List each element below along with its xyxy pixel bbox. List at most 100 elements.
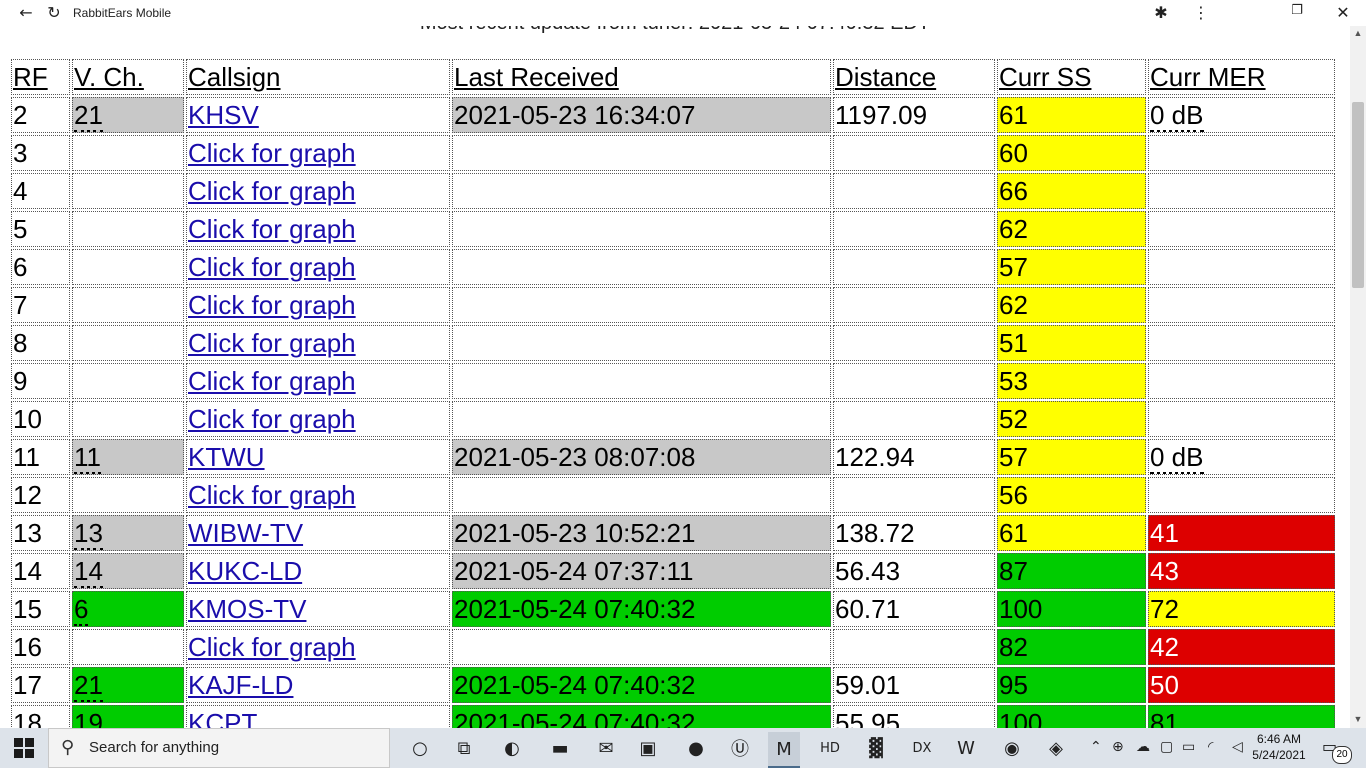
header-curr-ss[interactable]: Curr SS xyxy=(997,59,1146,95)
cell-vch xyxy=(72,401,184,437)
click-for-graph-link[interactable]: Click for graph xyxy=(188,138,356,168)
tuner-update-line: Most recent update from tuner: 2021-05-2… xyxy=(0,26,1350,35)
virtual-channel-value[interactable]: 13 xyxy=(74,518,103,550)
table-row: 10 Click for graph 52 xyxy=(11,401,1335,437)
cell-last-received xyxy=(452,287,831,323)
onedrive-icon[interactable]: ☁ xyxy=(1136,739,1150,755)
cell-curr-ss: 52 xyxy=(997,401,1146,437)
cell-vch xyxy=(72,135,184,171)
scroll-thumb[interactable] xyxy=(1352,102,1364,288)
click-for-graph-link[interactable]: Click for graph xyxy=(188,328,356,358)
table-row: 5 Click for graph 62 xyxy=(11,211,1335,247)
office-icon[interactable]: ▣ xyxy=(632,732,664,764)
uplay-icon[interactable]: Ⓤ xyxy=(724,732,756,764)
puzzle-icon[interactable]: ✱ xyxy=(1152,3,1170,22)
virtual-channel-value[interactable]: 21 xyxy=(74,100,103,132)
windows-start-icon[interactable] xyxy=(14,738,34,758)
scroll-down-icon[interactable]: ▼ xyxy=(1350,714,1366,724)
header-rf[interactable]: RF xyxy=(11,59,70,95)
click-for-graph-link[interactable]: Click for graph xyxy=(188,366,356,396)
header-vch[interactable]: V. Ch. xyxy=(72,59,184,95)
back-arrow-icon[interactable]: ← xyxy=(16,3,36,22)
click-for-graph-link[interactable]: Click for graph xyxy=(188,290,356,320)
volume-icon[interactable]: ◁ xyxy=(1232,739,1243,755)
spectrum-icon[interactable]: ▓ xyxy=(860,732,892,764)
cell-last-received: 2021-05-24 07:40:32 xyxy=(452,667,831,703)
chevron-up-icon[interactable]: ⌃ xyxy=(1090,739,1102,755)
click-for-graph-link[interactable]: Click for graph xyxy=(188,632,356,662)
callsign-link[interactable]: KTWU xyxy=(188,442,265,472)
wifi-icon[interactable]: ◜ xyxy=(1208,739,1213,755)
callsign-link[interactable]: KAJF-LD xyxy=(188,670,293,700)
table-row: 16 Click for graph 82 42 xyxy=(11,629,1335,665)
click-for-graph-link[interactable]: Click for graph xyxy=(188,404,356,434)
close-icon[interactable]: ✕ xyxy=(1334,3,1352,22)
cell-curr-mer xyxy=(1148,325,1335,361)
cell-curr-mer xyxy=(1148,477,1335,513)
w-app-icon[interactable]: W xyxy=(950,732,982,764)
mail-icon[interactable]: ✉ xyxy=(590,732,622,764)
task-view-icon[interactable]: ⧉ xyxy=(448,732,480,764)
rabbitears-icon[interactable]: M xyxy=(768,732,800,768)
mer-value[interactable]: 0 dB xyxy=(1150,100,1204,132)
click-for-graph-link[interactable]: Click for graph xyxy=(188,176,356,206)
cell-rf: 14 xyxy=(11,553,70,589)
hdhomerun-icon[interactable]: HD xyxy=(814,732,846,764)
scroll-up-icon[interactable]: ▲ xyxy=(1350,28,1366,38)
mer-value[interactable]: 0 dB xyxy=(1150,442,1204,474)
callsign-link[interactable]: KMOS-TV xyxy=(188,594,306,624)
callsign-link[interactable]: KHSV xyxy=(188,100,259,130)
virtual-channel-value[interactable]: 14 xyxy=(74,556,103,588)
header-last-received[interactable]: Last Received xyxy=(452,59,831,95)
windows-taskbar: ⚲ ○ ⧉ ◐ ▬ ✉ ▣ ● Ⓤ M HD ▓ DX W ◉ ◈ ⌃ ⊕ ☁ ▢ ▭ ◜ ◁ 6:46 AM 5/24… xyxy=(0,728,1366,768)
click-for-graph-link[interactable]: Click for graph xyxy=(188,214,356,244)
callsign-link[interactable]: KCPT xyxy=(188,708,257,728)
cell-curr-ss: 60 xyxy=(997,135,1146,171)
restore-icon[interactable]: ❐ xyxy=(1288,3,1306,18)
click-for-graph-link[interactable]: Click for graph xyxy=(188,480,356,510)
zoom-icon[interactable]: ● xyxy=(680,732,712,764)
meet-icon[interactable]: ▢ xyxy=(1160,739,1173,755)
cortana-icon[interactable]: ○ xyxy=(404,732,436,764)
taskbar-clock[interactable]: 6:46 AM 5/24/2021 xyxy=(1248,731,1310,763)
virtual-channel-value[interactable]: 6 xyxy=(74,594,89,626)
cell-last-received xyxy=(452,211,831,247)
virtual-channel-value[interactable]: 19 xyxy=(74,708,103,728)
language-icon[interactable]: ⊕ xyxy=(1112,739,1124,755)
cell-curr-ss: 87 xyxy=(997,553,1146,589)
callsign-link[interactable]: WIBW-TV xyxy=(188,518,303,548)
virtual-channel-value[interactable]: 21 xyxy=(74,670,103,702)
cell-last-received xyxy=(452,173,831,209)
cell-rf: 6 xyxy=(11,249,70,285)
header-callsign[interactable]: Callsign xyxy=(186,59,450,95)
search-icon: ⚲ xyxy=(61,737,75,758)
vertical-scrollbar[interactable]: ▲ ▼ xyxy=(1350,26,1366,728)
cell-rf: 5 xyxy=(11,211,70,247)
kebab-menu-icon[interactable]: ⋮ xyxy=(1192,3,1210,22)
header-distance[interactable]: Distance xyxy=(833,59,995,95)
cell-vch xyxy=(72,211,184,247)
cell-distance xyxy=(833,173,995,209)
cell-last-received: 2021-05-23 16:34:07 xyxy=(452,97,831,133)
cell-rf: 2 xyxy=(11,97,70,133)
cell-curr-mer: 81 xyxy=(1148,705,1335,728)
file-explorer-icon[interactable]: ▬ xyxy=(544,732,576,764)
virtual-channel-value[interactable]: 11 xyxy=(74,442,101,474)
table-row: 3 Click for graph 60 xyxy=(11,135,1335,171)
reload-icon[interactable]: ↻ xyxy=(44,3,64,22)
table-row: 4 Click for graph 66 xyxy=(11,173,1335,209)
taskbar-search[interactable]: ⚲ xyxy=(48,728,390,768)
cell-curr-mer: 42 xyxy=(1148,629,1335,665)
page-content: Most recent update from tuner: 2021-05-2… xyxy=(0,26,1350,728)
firefox-icon[interactable]: ◉ xyxy=(996,732,1028,764)
callsign-link[interactable]: KUKC-LD xyxy=(188,556,302,586)
edge-icon[interactable]: ◐ xyxy=(496,732,528,764)
pdf-app-icon[interactable]: ◈ xyxy=(1040,732,1072,764)
battery-icon[interactable]: ▭ xyxy=(1182,739,1195,755)
cell-vch xyxy=(72,287,184,323)
dx-icon[interactable]: DX xyxy=(906,732,938,764)
header-curr-mer[interactable]: Curr MER xyxy=(1148,59,1335,95)
taskbar-search-input[interactable] xyxy=(87,738,381,757)
click-for-graph-link[interactable]: Click for graph xyxy=(188,252,356,282)
table-row: 11 11 KTWU 2021-05-23 08:07:08 122.94 57 0 dB xyxy=(11,439,1335,475)
